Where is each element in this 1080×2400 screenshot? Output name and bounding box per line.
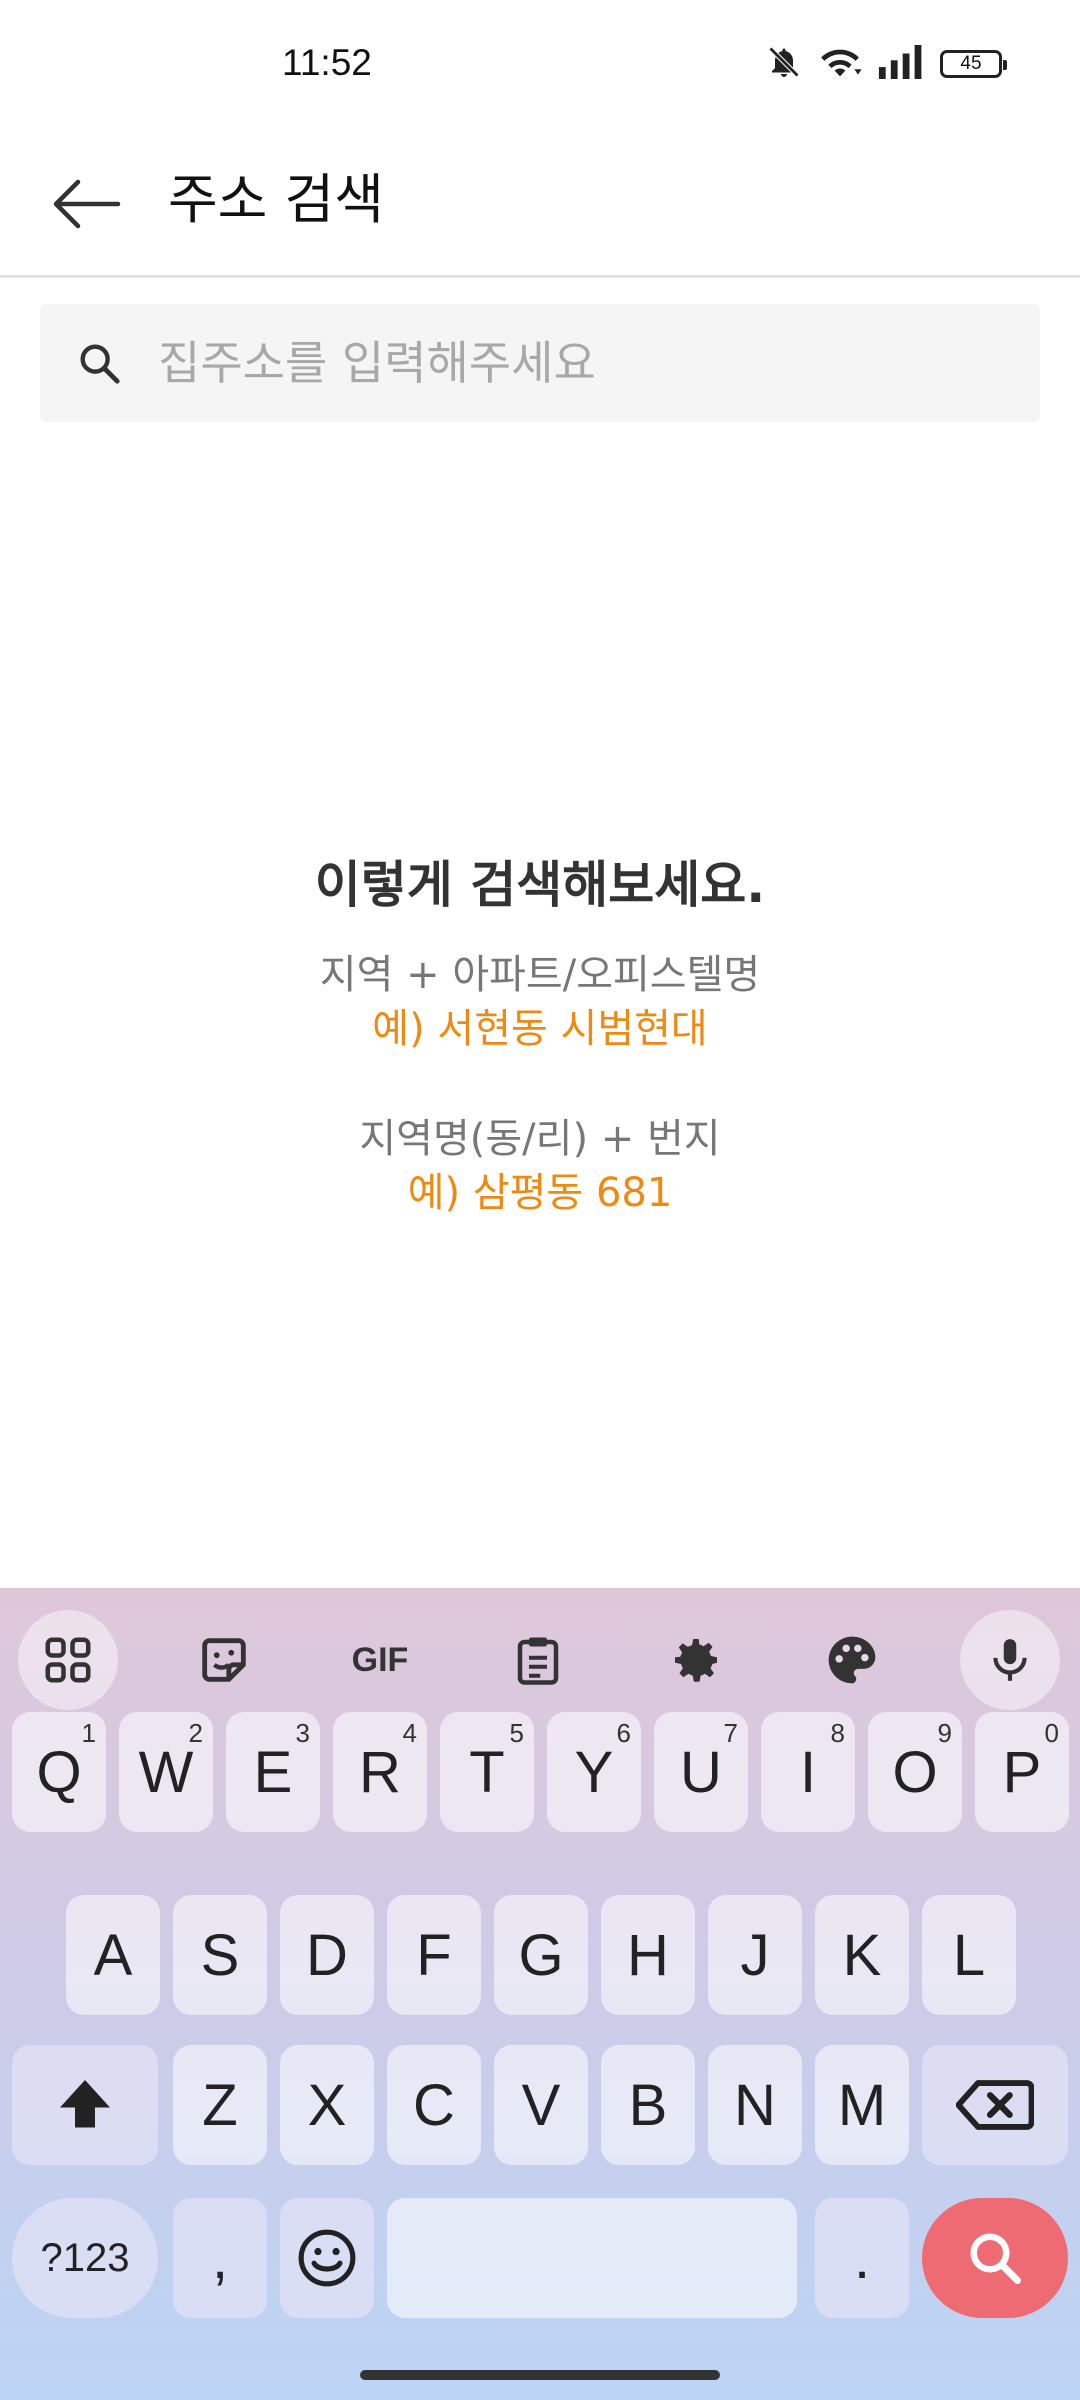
key-h[interactable]: H <box>601 1895 695 2015</box>
space-key[interactable] <box>387 2198 797 2318</box>
keyboard: GIF Q1 W2 E3 R4 T5 Y6 U7 I8 O9 P0 A S D … <box>0 1588 1080 2400</box>
page-title: 주소 검색 <box>168 168 384 231</box>
smiley-icon <box>298 2229 356 2287</box>
symbols-key[interactable]: ?123 <box>12 2198 158 2318</box>
search-box[interactable] <box>40 304 1040 422</box>
key-n[interactable]: N <box>708 2045 802 2165</box>
key-y[interactable]: Y6 <box>547 1712 641 1832</box>
key-k[interactable]: K <box>815 1895 909 2015</box>
key-f[interactable]: F <box>387 1895 481 2015</box>
emoji-key[interactable] <box>280 2198 374 2318</box>
sticker-icon[interactable] <box>174 1610 274 1710</box>
key-l[interactable]: L <box>922 1895 1016 2015</box>
status-time: 11:52 <box>282 42 372 83</box>
key-q[interactable]: Q1 <box>12 1712 106 1832</box>
key-c[interactable]: C <box>387 2045 481 2165</box>
key-m[interactable]: M <box>815 2045 909 2165</box>
gif-icon[interactable]: GIF <box>330 1610 430 1710</box>
signal-icon <box>878 45 924 83</box>
guide-heading: 이렇게 검색해보세요. <box>314 856 766 914</box>
key-v[interactable]: V <box>494 2045 588 2165</box>
app-header: 주소 검색 <box>0 130 1080 278</box>
guide-example-1: 예) 서현동 시범현대 <box>372 1006 708 1052</box>
guide-example-2: 예) 삼평동 681 <box>407 1170 673 1216</box>
key-p[interactable]: P0 <box>975 1712 1069 1832</box>
home-indicator[interactable] <box>360 2370 720 2380</box>
key-x[interactable]: X <box>280 2045 374 2165</box>
comma-key[interactable]: , <box>173 2198 267 2318</box>
clipboard-icon[interactable] <box>488 1610 588 1710</box>
search-icon <box>40 304 158 422</box>
key-w[interactable]: W2 <box>119 1712 213 1832</box>
back-button[interactable] <box>44 162 128 246</box>
key-d[interactable]: D <box>280 1895 374 2015</box>
shift-arrow-icon <box>60 2080 110 2128</box>
key-t[interactable]: T5 <box>440 1712 534 1832</box>
shift-key[interactable] <box>12 2045 158 2165</box>
battery-level: 45 <box>960 53 982 74</box>
key-j[interactable]: J <box>708 1895 802 2015</box>
key-r[interactable]: R4 <box>333 1712 427 1832</box>
guide-hint-1: 지역 + 아파트/오피스텔명 <box>319 952 761 998</box>
key-o[interactable]: O9 <box>868 1712 962 1832</box>
backspace-key[interactable] <box>922 2045 1068 2165</box>
key-i[interactable]: I8 <box>761 1712 855 1832</box>
search-guide: 이렇게 검색해보세요. 지역 + 아파트/오피스텔명 예) 서현동 시범현대 지… <box>0 850 1080 1220</box>
status-icons: 45 <box>766 44 1007 84</box>
key-s[interactable]: S <box>173 1895 267 2015</box>
keyboard-toolbar: GIF <box>0 1588 1080 1716</box>
settings-icon[interactable] <box>646 1610 746 1710</box>
microphone-icon[interactable] <box>960 1610 1060 1710</box>
key-z[interactable]: Z <box>173 2045 267 2165</box>
status-bar: 11:52 45 <box>0 0 1080 130</box>
arrow-left-icon <box>53 179 121 229</box>
key-g[interactable]: G <box>494 1895 588 2015</box>
palette-icon[interactable] <box>802 1610 902 1710</box>
guide-hint-2: 지역명(동/리) + 번지 <box>359 1116 721 1162</box>
key-u[interactable]: U7 <box>654 1712 748 1832</box>
key-e[interactable]: E3 <box>226 1712 320 1832</box>
bell-off-icon <box>766 44 802 84</box>
period-key[interactable]: . <box>815 2198 909 2318</box>
search-key[interactable] <box>922 2198 1068 2318</box>
wifi-icon <box>818 44 862 84</box>
key-a[interactable]: A <box>66 1895 160 2015</box>
address-search-input[interactable] <box>158 336 1018 390</box>
backspace-icon <box>956 2080 1034 2130</box>
search-icon <box>970 2233 1021 2284</box>
grid-icon[interactable] <box>18 1610 118 1710</box>
key-b[interactable]: B <box>601 2045 695 2165</box>
battery-indicator: 45 <box>940 50 1007 78</box>
